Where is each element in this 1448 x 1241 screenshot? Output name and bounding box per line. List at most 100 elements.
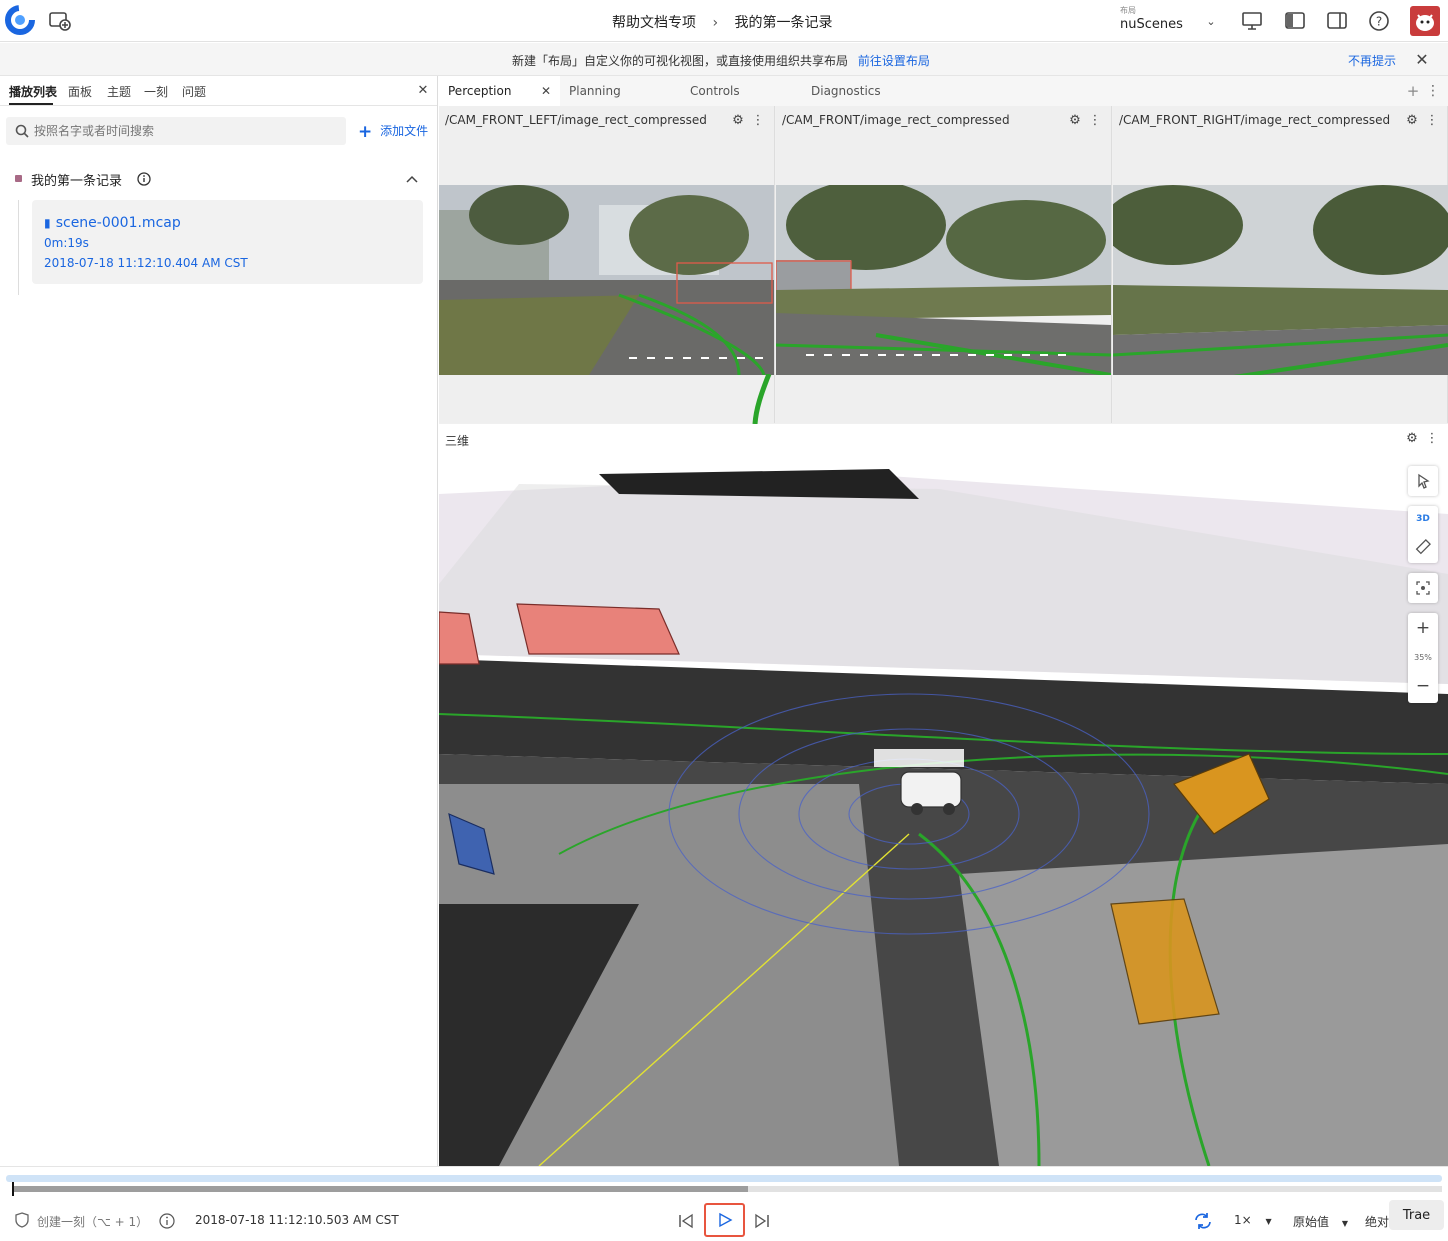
camera-image bbox=[439, 185, 774, 375]
shield-icon bbox=[14, 1211, 30, 1229]
speed-value: 1× bbox=[1234, 1213, 1252, 1227]
gear-icon[interactable]: ⚙ bbox=[731, 113, 745, 128]
view-tool-group: 3D bbox=[1408, 506, 1438, 563]
add-file-label: 添加文件 bbox=[380, 124, 429, 138]
top-bar: 帮助文档专项 › 我的第一条记录 布局 nuScenes ⌄ ? bbox=[0, 0, 1448, 42]
add-tab-icon[interactable]: + bbox=[1405, 82, 1421, 100]
panel-3d-title: 三维 bbox=[445, 434, 470, 448]
more-icon[interactable]: ⋮ bbox=[1426, 113, 1439, 128]
panel-3d: 三维 ⚙ ⋮ 3D + 35% − bbox=[439, 424, 1448, 1166]
camera-panel-front-right: /CAM_FRONT_RIGHT/image_rect_compressed ⚙… bbox=[1113, 106, 1448, 423]
gear-icon[interactable]: ⚙ bbox=[1405, 113, 1419, 128]
gear-icon[interactable]: ⚙ bbox=[1068, 113, 1082, 128]
layout-selector[interactable]: 布局 nuScenes ⌄ bbox=[1120, 6, 1220, 38]
zoom-level: 35% bbox=[1414, 652, 1432, 662]
trajectory-overlay bbox=[752, 374, 772, 424]
zoom-out-icon[interactable]: − bbox=[1408, 671, 1438, 701]
chevron-right-icon: › bbox=[712, 15, 719, 31]
time-mode[interactable]: 绝对 bbox=[1365, 1213, 1389, 1230]
camera-topic: /CAM_FRONT_RIGHT/image_rect_compressed bbox=[1119, 113, 1391, 127]
search-input[interactable] bbox=[34, 121, 334, 141]
tab-planning[interactable]: Planning bbox=[569, 76, 621, 106]
tab-panels[interactable]: 面板 bbox=[68, 83, 92, 100]
monitor-icon[interactable] bbox=[1240, 10, 1264, 32]
more-icon[interactable]: ⋮ bbox=[752, 113, 765, 128]
left-sidebar-toggle-icon[interactable] bbox=[1283, 10, 1307, 32]
close-tab-icon[interactable]: ✕ bbox=[541, 76, 551, 106]
tab-playlist[interactable]: 播放列表 bbox=[9, 83, 57, 100]
caret-down-icon: ▼ bbox=[1265, 1217, 1272, 1226]
timeline-track[interactable] bbox=[6, 1175, 1442, 1182]
tab-controls[interactable]: Controls bbox=[690, 76, 740, 106]
record-tree-line bbox=[18, 200, 19, 295]
tab-topics[interactable]: 主题 bbox=[107, 83, 131, 100]
layout-banner: 新建「布局」自定义你的可视化视图，或直接使用组织共享布局 前往设置布局 不再提示… bbox=[0, 43, 1448, 76]
file-duration: 0m:19s bbox=[44, 236, 89, 250]
banner-link[interactable]: 前往设置布局 bbox=[858, 54, 930, 68]
new-window-icon[interactable] bbox=[48, 10, 72, 32]
value-mode-selector[interactable]: 原始值 ▼ bbox=[1293, 1213, 1359, 1231]
trace-label: Trae bbox=[1402, 1207, 1431, 1223]
gear-icon[interactable]: ⚙ bbox=[1405, 431, 1419, 446]
bar-chart-icon: ▮ bbox=[44, 216, 51, 230]
ruler-icon[interactable] bbox=[1408, 533, 1438, 561]
current-time: 2018-07-18 11:12:10.503 AM CST bbox=[195, 1213, 399, 1227]
zoom-tool-group: + 35% − bbox=[1408, 613, 1438, 703]
banner-text: 新建「布局」自定义你的可视化视图，或直接使用组织共享布局 bbox=[512, 54, 849, 68]
close-sidebar-icon[interactable]: ✕ bbox=[414, 81, 432, 99]
search-box[interactable] bbox=[6, 117, 346, 145]
loop-icon[interactable] bbox=[1192, 1210, 1214, 1232]
camera-image bbox=[1113, 185, 1448, 375]
play-button[interactable] bbox=[704, 1203, 745, 1237]
create-moment-button[interactable]: 创建一刻（⌥ + 1） bbox=[37, 1213, 148, 1230]
info-icon[interactable] bbox=[158, 1212, 176, 1230]
chevron-down-icon: ⌄ bbox=[1206, 14, 1216, 28]
timeline-cursor[interactable] bbox=[12, 1182, 14, 1196]
tab-issues[interactable]: 问题 bbox=[182, 83, 206, 100]
search-icon bbox=[14, 123, 30, 139]
cursor-icon[interactable] bbox=[1408, 466, 1438, 496]
camera-image bbox=[776, 185, 1111, 375]
camera-topic: /CAM_FRONT/image_rect_compressed bbox=[782, 113, 1010, 127]
close-icon[interactable]: ✕ bbox=[1412, 49, 1432, 69]
app-logo[interactable] bbox=[4, 4, 36, 36]
view-mode-toggle[interactable]: 3D bbox=[1408, 506, 1438, 532]
record-title: 我的第一条记录 bbox=[31, 174, 123, 189]
workspace: Perception ✕ Planning Controls Diagnosti… bbox=[439, 76, 1448, 1166]
camera-panel-front: /CAM_FRONT/image_rect_compressed ⚙ ⋮ bbox=[776, 106, 1112, 423]
more-tabs-icon[interactable]: ⋮ bbox=[1426, 83, 1440, 99]
dismiss-banner-link[interactable]: 不再提示 bbox=[1348, 52, 1396, 69]
focus-tool-group bbox=[1408, 573, 1438, 603]
more-icon[interactable]: ⋮ bbox=[1426, 431, 1439, 446]
avatar[interactable] bbox=[1410, 6, 1440, 36]
timeline-progress bbox=[12, 1186, 749, 1192]
zoom-in-icon[interactable]: + bbox=[1408, 613, 1438, 643]
tab-perception-label: Perception bbox=[448, 84, 512, 98]
trace-tooltip: Trae bbox=[1389, 1200, 1444, 1230]
camera-panel-front-left: /CAM_FRONT_LEFT/image_rect_compressed ⚙ … bbox=[439, 106, 775, 424]
speed-selector[interactable]: 1× ▼ bbox=[1234, 1213, 1276, 1231]
help-icon[interactable]: ? bbox=[1367, 9, 1391, 33]
sidebar-tabs: 播放列表 面板 主题 一刻 问题 ✕ bbox=[0, 76, 437, 106]
info-icon[interactable] bbox=[136, 171, 152, 187]
right-sidebar-toggle-icon[interactable] bbox=[1325, 10, 1349, 32]
playback-bar: 创建一刻（⌥ + 1） 2018-07-18 11:12:10.503 AM C… bbox=[0, 1166, 1448, 1241]
record-color-dot bbox=[15, 175, 22, 182]
chevron-up-icon[interactable] bbox=[404, 171, 420, 187]
layout-tabs: Perception ✕ Planning Controls Diagnosti… bbox=[439, 76, 1448, 106]
file-time: 2018-07-18 11:12:10.404 AM CST bbox=[44, 256, 248, 270]
file-card[interactable]: ▮ scene-0001.mcap 0m:19s 2018-07-18 11:1… bbox=[32, 200, 423, 284]
tab-perception[interactable]: Perception ✕ bbox=[439, 76, 560, 106]
more-icon[interactable]: ⋮ bbox=[1089, 113, 1102, 128]
tab-moments[interactable]: 一刻 bbox=[144, 83, 168, 100]
left-sidebar: 播放列表 面板 主题 一刻 问题 ✕ + 添加文件 我的第一条记录 ▮ scen… bbox=[0, 76, 438, 1166]
skip-forward-icon[interactable] bbox=[752, 1211, 772, 1231]
skip-back-icon[interactable] bbox=[676, 1211, 696, 1231]
3d-scene bbox=[439, 454, 1448, 1166]
breadcrumb-current[interactable]: 我的第一条记录 bbox=[735, 15, 833, 31]
breadcrumb-parent[interactable]: 帮助文档专项 bbox=[612, 15, 696, 31]
tab-diagnostics[interactable]: Diagnostics bbox=[811, 76, 881, 106]
record-header[interactable]: 我的第一条记录 bbox=[14, 169, 424, 189]
add-file-button[interactable]: + 添加文件 bbox=[358, 122, 428, 142]
focus-icon[interactable] bbox=[1408, 573, 1438, 603]
